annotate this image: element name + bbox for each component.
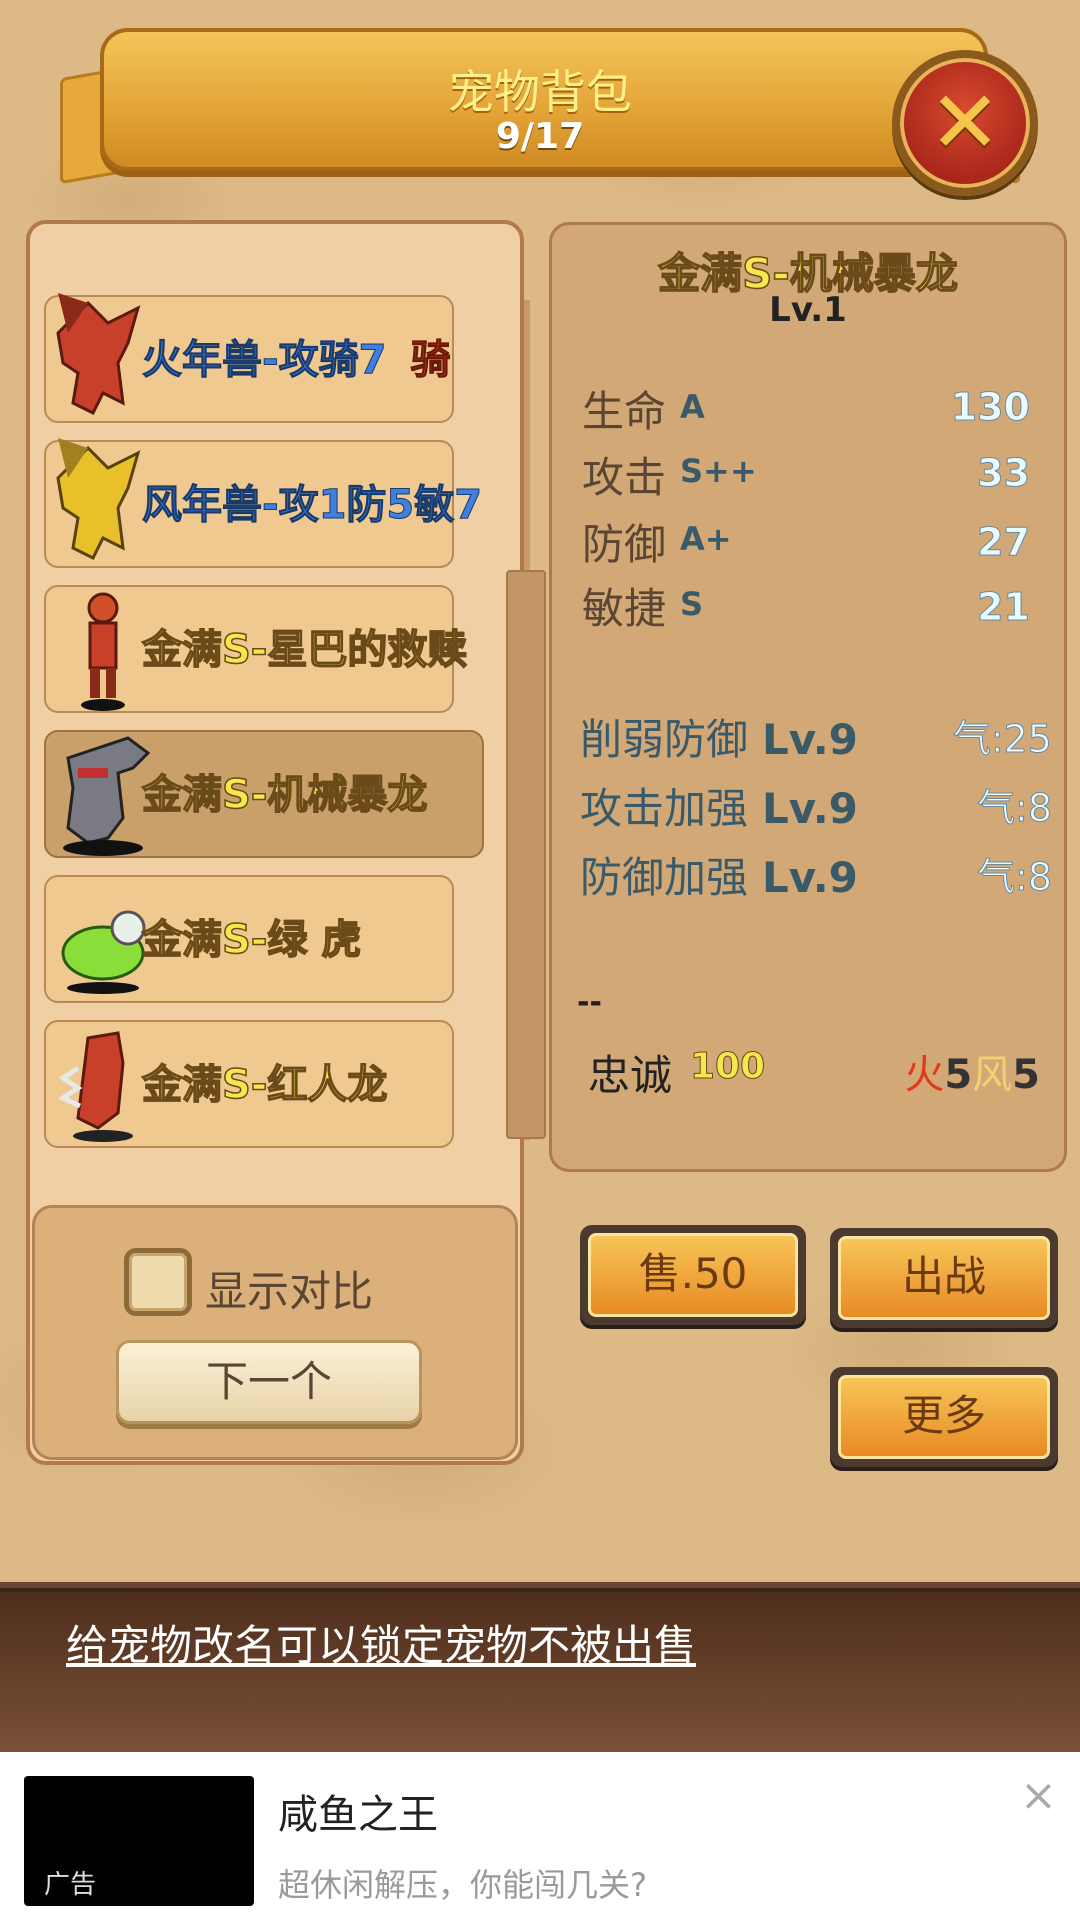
pet-name: 火年兽-攻骑7 骑: [141, 337, 451, 384]
ad-subtitle[interactable]: 超休闲解压，你能闯几关?: [278, 1860, 647, 1906]
page-title: 宠物背包: [448, 65, 632, 119]
skill-3: 防御加强 Lv.9: [580, 853, 858, 902]
stat-grade-defense: A+: [680, 520, 732, 558]
pet-name: 金满S-绿 虎: [141, 916, 362, 964]
loyalty-value: 100: [689, 1046, 766, 1088]
pet-name: 风年兽-攻1防5敏7: [141, 482, 483, 529]
deploy-button-label: 出战: [838, 1236, 1050, 1320]
skill-level: Lv.9: [762, 853, 858, 902]
tip-text[interactable]: 给宠物改名可以锁定宠物不被出售: [66, 1612, 696, 1673]
pet-list-item[interactable]: 风年兽-攻1防5敏7: [44, 438, 483, 568]
pet-count: 9/17: [495, 116, 585, 157]
skill-level: Lv.9: [762, 784, 858, 833]
extra-info: --: [577, 985, 602, 1020]
pet-name: 金满S-机械暴龙: [141, 771, 428, 819]
skill-qi-1: 气:25: [952, 717, 1052, 762]
ad-title[interactable]: 咸鱼之王: [278, 1782, 438, 1840]
stat-label-agility: 敏捷: [582, 584, 667, 633]
stat-grade-hp: A: [680, 388, 705, 426]
stat-label-hp: 生命: [582, 387, 667, 436]
skill-1: 削弱防御 Lv.9: [580, 715, 858, 764]
stat-value-attack: 33: [977, 451, 1031, 496]
stat-grade-agility: S: [680, 585, 704, 623]
pet-detail-panel: [549, 222, 1067, 1172]
pet-list-item[interactable]: 金满S-星巴的救赎: [44, 585, 468, 713]
skill-level: Lv.9: [762, 715, 858, 764]
stat-value-agility: 21: [977, 585, 1031, 630]
ad-badge: 广告: [44, 1870, 97, 1900]
loyalty-label: 忠诚: [588, 1051, 673, 1100]
sell-button-label: 售.50: [588, 1233, 798, 1317]
pet-tag: 骑: [410, 337, 451, 384]
sell-button[interactable]: 售.50: [580, 1225, 806, 1325]
pet-list-item[interactable]: 金满S-绿 虎: [44, 875, 454, 1003]
stat-label-attack: 攻击: [582, 453, 667, 502]
show-compare-label: 显示对比: [205, 1267, 374, 1316]
skill-qi-3: 气:8: [977, 855, 1053, 900]
stat-value-hp: 130: [950, 385, 1030, 430]
pet-list-item-selected[interactable]: 金满S-机械暴龙: [44, 730, 484, 858]
pet-detail-level: Lv.1: [769, 290, 847, 330]
scroll-thumb[interactable]: [506, 570, 546, 1139]
pet-list[interactable]: 火年兽-攻骑7骑 风年兽-攻1防5敏7 金满S-星巴的救赎 金满S-机械暴龙: [44, 278, 484, 1158]
element-affinity: 火5风5: [904, 1052, 1040, 1098]
stat-label-defense: 防御: [582, 520, 667, 569]
stat-grade-attack: S++: [680, 452, 757, 490]
pet-list-item[interactable]: 火年兽-攻骑7 骑: [44, 293, 454, 423]
skill-2: 攻击加强 Lv.9: [580, 784, 858, 833]
show-compare-checkbox[interactable]: [124, 1248, 192, 1316]
pet-name: 金满S-红人龙: [141, 1061, 388, 1109]
skill-qi-2: 气:8: [977, 786, 1053, 831]
ad-close-icon[interactable]: ×: [1020, 1770, 1057, 1821]
pet-name: 金满S-星巴的救赎: [141, 626, 468, 674]
close-icon: ✕: [928, 73, 1002, 173]
more-button[interactable]: 更多: [830, 1367, 1058, 1467]
pet-list-item[interactable]: 金满S-红人龙: [44, 1020, 454, 1148]
deploy-button[interactable]: 出战: [830, 1228, 1058, 1328]
stat-value-defense: 27: [977, 520, 1031, 565]
close-button[interactable]: ✕: [892, 50, 1038, 196]
more-button-label: 更多: [838, 1375, 1050, 1459]
next-button[interactable]: 下一个: [116, 1340, 422, 1424]
title-banner: 宠物背包 9/17 ✕: [60, 28, 1038, 196]
